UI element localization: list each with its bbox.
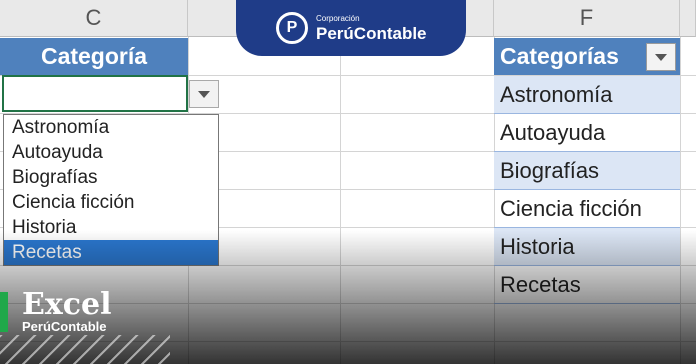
category-header-cell[interactable]: Categoría — [0, 38, 188, 75]
filter-button[interactable] — [646, 43, 676, 71]
table-cell[interactable]: Ciencia ficción — [494, 190, 680, 228]
dropdown-option-biografias[interactable]: Biografías — [4, 165, 218, 190]
logo-text: Corporación PerúContable — [316, 13, 427, 43]
column-header-f[interactable]: F — [494, 0, 680, 37]
dropdown-arrow-icon — [198, 90, 210, 98]
active-cell-c3[interactable] — [2, 75, 188, 112]
table-cell[interactable]: Historia — [494, 228, 680, 266]
dropdown-button[interactable] — [189, 80, 219, 108]
logo-mark-letter: P — [286, 19, 298, 36]
dropdown-option-astronomia[interactable]: Astronomía — [4, 115, 218, 140]
logo-mark-icon: P — [276, 12, 308, 44]
badge-subtitle: PerúContable — [22, 318, 107, 334]
table-cell[interactable]: Astronomía — [494, 76, 680, 114]
logo-big-text: PerúContable — [316, 23, 427, 43]
column-header-c[interactable]: C — [0, 0, 188, 37]
badge-text: Excel PerúContable — [8, 286, 112, 334]
filter-arrow-icon — [655, 53, 667, 61]
column-letter-c: C — [85, 5, 102, 30]
gridline — [340, 37, 341, 364]
dropdown-option-autoayuda[interactable]: Autoayuda — [4, 140, 218, 165]
decorative-hatch — [0, 335, 170, 364]
brand-logo: P Corporación PerúContable — [236, 0, 466, 56]
column-header-g[interactable] — [680, 0, 696, 37]
table-cell[interactable]: Biografías — [494, 152, 680, 190]
dropdown-option-historia[interactable]: Historia — [4, 215, 218, 240]
badge-accent-bar — [0, 292, 8, 332]
dropdown-option-ciencia-ficcion[interactable]: Ciencia ficción — [4, 190, 218, 215]
table-cell[interactable]: Autoayuda — [494, 114, 680, 152]
validation-dropdown-list[interactable]: Astronomía Autoayuda Biografías Ciencia … — [3, 114, 219, 266]
categories-header-label: Categorías — [500, 43, 619, 69]
category-header-label: Categoría — [40, 43, 148, 69]
logo-small-text: Corporación — [316, 13, 360, 23]
table-cell[interactable]: Recetas — [494, 266, 680, 304]
dropdown-option-recetas[interactable]: Recetas — [4, 240, 218, 265]
gridline — [680, 37, 681, 364]
column-letter-f: F — [579, 5, 594, 30]
badge-title: Excel — [22, 286, 112, 322]
excel-badge: Excel PerúContable — [0, 286, 112, 334]
